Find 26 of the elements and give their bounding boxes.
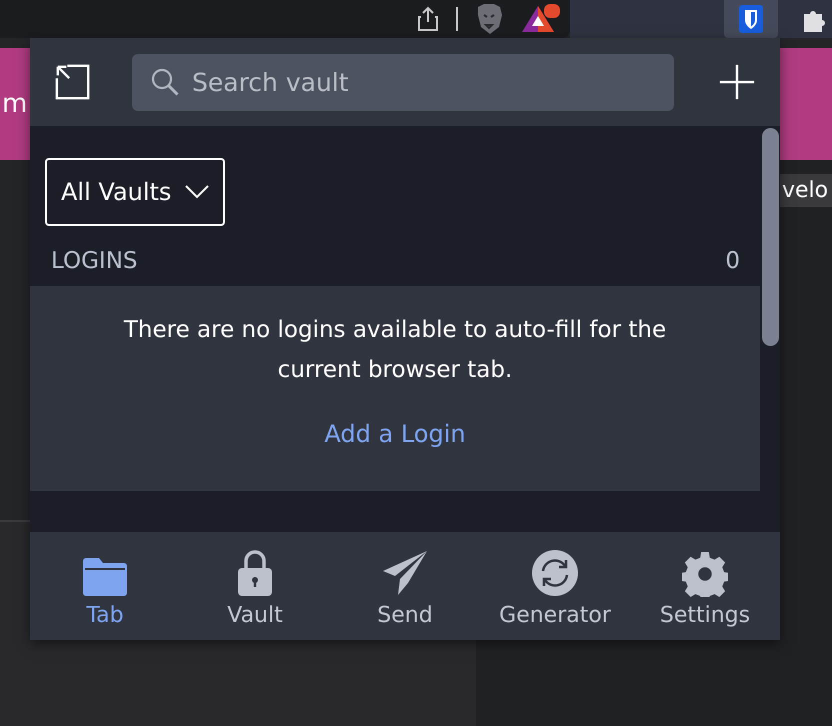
nav-tab[interactable]: Settings	[630, 532, 780, 640]
page-text: m	[2, 89, 28, 119]
pop-out-icon[interactable]	[54, 63, 92, 101]
share-icon[interactable]	[416, 6, 440, 32]
item-count: 0	[725, 248, 740, 276]
empty-message: There are no logins available to auto-fill for the current browser tab.	[122, 316, 668, 385]
paper-plane-icon	[381, 549, 429, 597]
lock-icon	[235, 549, 275, 597]
search-icon	[150, 67, 180, 97]
folder-icon	[81, 557, 129, 597]
vault-dropdown[interactable]: All Vaults	[45, 158, 226, 226]
chevron-down-icon	[185, 185, 210, 199]
extension-button[interactable]	[724, 0, 778, 38]
add-login-link[interactable]: Add a Login	[324, 420, 466, 448]
gear-icon	[682, 551, 728, 597]
shield-icon	[739, 5, 763, 33]
add-icon[interactable]	[718, 63, 756, 101]
nav-tab[interactable]: Generator	[480, 532, 630, 640]
nav-tab[interactable]: Tab	[30, 532, 180, 640]
search-field[interactable]: Search vault	[190, 66, 674, 98]
search-bar[interactable]: Search vault	[132, 54, 674, 110]
nav-tab[interactable]: Vault	[180, 532, 330, 640]
sync-icon	[531, 549, 579, 597]
section-title: LOGINS	[51, 248, 138, 276]
nav-tab[interactable]: Send	[330, 532, 480, 640]
triangle-icon[interactable]	[520, 4, 560, 34]
